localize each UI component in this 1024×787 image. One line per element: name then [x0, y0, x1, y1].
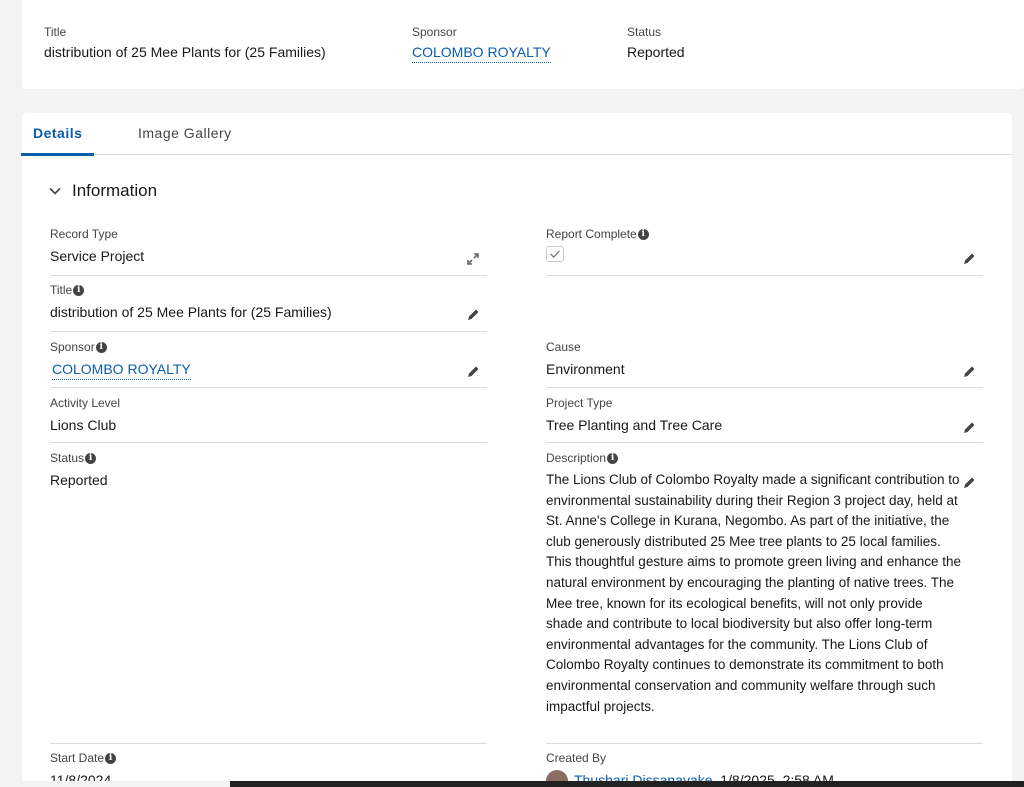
info-icon[interactable]: i: [105, 752, 117, 764]
sponsor-label: Sponsor: [50, 340, 95, 354]
report-complete-checkbox: [546, 246, 564, 262]
field-sponsor: Sponsor i COLOMBO ROYALTY: [50, 339, 487, 388]
info-icon[interactable]: i: [607, 452, 619, 464]
status-value: Reported: [50, 472, 108, 488]
record-header: Title distribution of 25 Mee Plants for …: [22, 0, 1024, 89]
header-title-field: Title distribution of 25 Mee Plants for …: [44, 25, 326, 60]
report-complete-label: Report Complete: [546, 227, 637, 241]
edit-pencil-icon[interactable]: [961, 420, 977, 436]
edit-pencil-icon[interactable]: [961, 364, 977, 380]
info-icon[interactable]: i: [73, 284, 85, 296]
header-title-value: distribution of 25 Mee Plants for (25 Fa…: [44, 44, 326, 60]
change-record-type-icon[interactable]: [465, 251, 481, 267]
tab-bar: Details Image Gallery: [20, 113, 1012, 156]
edit-pencil-icon[interactable]: [961, 475, 977, 491]
check-icon: [550, 250, 560, 259]
chevron-down-icon: [49, 187, 61, 195]
field-report-complete: Report Complete i: [546, 226, 983, 276]
header-status-field: Status Reported: [627, 25, 685, 60]
edit-pencil-icon[interactable]: [465, 364, 481, 380]
header-title-label: Title: [44, 25, 67, 39]
sponsor-link[interactable]: COLOMBO ROYALTY: [52, 361, 191, 380]
title-value: distribution of 25 Mee Plants for (25 Fa…: [50, 304, 332, 320]
project-type-value: Tree Planting and Tree Care: [546, 417, 723, 433]
edit-pencil-icon[interactable]: [465, 307, 481, 323]
description-label: Description: [546, 451, 607, 465]
field-record-type: Record Type Service Project: [50, 226, 487, 276]
record-type-label: Record Type: [50, 227, 118, 241]
project-type-label: Project Type: [546, 396, 613, 410]
field-description: Description i The Lions Club of Colombo R…: [546, 450, 983, 744]
status-label: Status: [50, 451, 85, 465]
cause-value: Environment: [546, 361, 625, 377]
info-icon[interactable]: i: [95, 341, 107, 353]
created-by-label: Created By: [546, 751, 607, 765]
info-icon[interactable]: i: [85, 452, 97, 464]
start-date-label: Start Date: [50, 751, 105, 765]
header-sponsor-field: Sponsor COLOMBO ROYALTY: [412, 25, 551, 63]
activity-level-label: Activity Level: [50, 396, 121, 410]
activity-level-value: Lions Club: [50, 417, 117, 433]
cause-label: Cause: [546, 340, 581, 354]
info-icon[interactable]: i: [637, 228, 649, 240]
section-information-toggle[interactable]: Information: [48, 181, 157, 201]
tab-details[interactable]: Details: [20, 113, 95, 156]
header-sponsor-label: Sponsor: [412, 25, 457, 39]
field-cause: Cause Environment: [546, 339, 983, 388]
description-value: The Lions Club of Colombo Royalty made a…: [546, 472, 962, 714]
field-status: Status i Reported: [50, 450, 487, 744]
field-project-type: Project Type Tree Planting and Tree Care: [546, 395, 983, 443]
header-status-value: Reported: [627, 44, 685, 60]
field-activity-level: Activity Level Lions Club: [50, 395, 487, 443]
section-title: Information: [72, 181, 158, 200]
record-details-card: Details Image Gallery Information Record…: [20, 113, 1012, 787]
tab-image-gallery[interactable]: Image Gallery: [138, 113, 232, 155]
record-type-value: Service Project: [50, 248, 145, 264]
edit-pencil-icon[interactable]: [961, 251, 977, 267]
page-bottom-edge: [0, 781, 230, 787]
header-sponsor-link[interactable]: COLOMBO ROYALTY: [412, 44, 551, 63]
horizontal-scrollbar[interactable]: [230, 781, 1024, 787]
header-status-label: Status: [627, 25, 662, 39]
title-label: Title: [50, 283, 73, 297]
field-title: Title i distribution of 25 Mee Plants for…: [50, 282, 487, 332]
